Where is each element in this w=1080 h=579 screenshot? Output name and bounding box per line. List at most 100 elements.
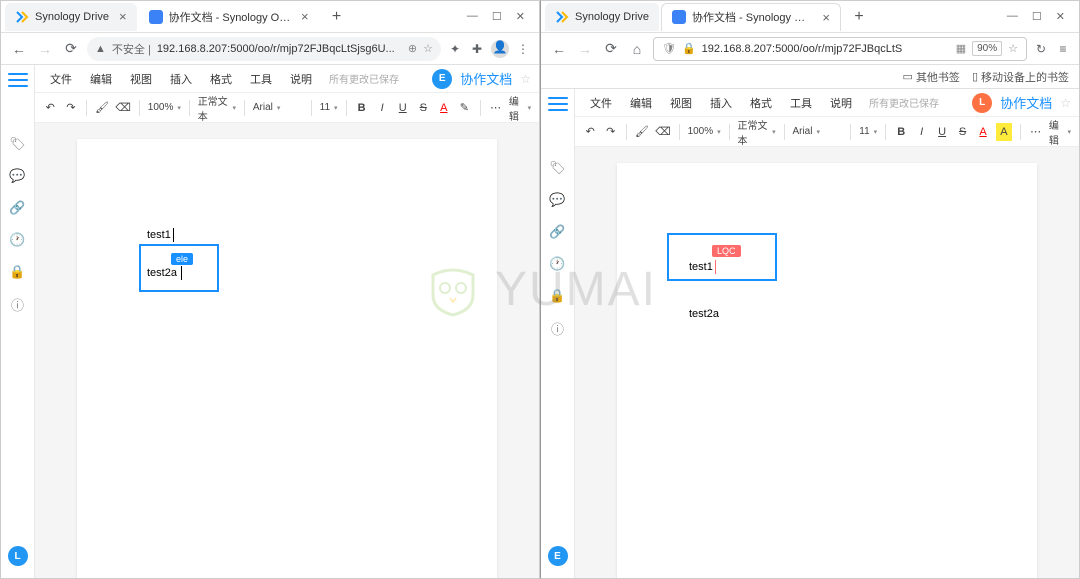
- back-button[interactable]: ←: [9, 39, 29, 59]
- bookmark-icon[interactable]: ☆: [423, 42, 433, 55]
- bold-button[interactable]: B: [354, 99, 369, 117]
- page[interactable]: test1 ele test2a: [77, 139, 497, 578]
- paint-button[interactable]: 🖌: [95, 99, 110, 117]
- profile-icon[interactable]: 👤: [491, 40, 509, 58]
- paint-button[interactable]: 🖌: [635, 123, 649, 141]
- highlight-button[interactable]: A: [996, 123, 1011, 141]
- minimize-button[interactable]: —: [467, 10, 478, 23]
- mode-select[interactable]: 编辑: [1049, 117, 1071, 147]
- user-avatar[interactable]: L: [8, 546, 28, 566]
- redo-button[interactable]: ↷: [64, 99, 79, 117]
- lock-icon[interactable]: 🔒: [9, 263, 27, 281]
- zoom-badge[interactable]: 90%: [972, 41, 1002, 56]
- lock-icon[interactable]: 🔒: [549, 287, 567, 305]
- page[interactable]: LQC test1 test2a: [617, 163, 1037, 578]
- hamburger-icon[interactable]: [548, 97, 568, 111]
- tab-office-doc[interactable]: 协作文档 - Synology Office 文 ×: [139, 3, 319, 31]
- shield-icon[interactable]: 🛡: [662, 42, 676, 55]
- menu-tools[interactable]: 工具: [243, 68, 279, 90]
- menu-icon[interactable]: ⋮: [515, 42, 531, 56]
- collaborator-avatar[interactable]: E: [432, 69, 452, 89]
- menu-help[interactable]: 说明: [283, 68, 319, 90]
- link-icon[interactable]: 🔗: [549, 223, 567, 241]
- more-button[interactable]: ⋯: [488, 99, 503, 117]
- strike-button[interactable]: S: [416, 99, 431, 117]
- minimize-button[interactable]: —: [1007, 10, 1018, 23]
- bookmark-other[interactable]: ▭其他书签: [903, 69, 960, 85]
- downloads-icon[interactable]: ↻: [1033, 42, 1049, 56]
- menu-file[interactable]: 文件: [43, 68, 79, 90]
- reload-button[interactable]: ⟳: [601, 39, 621, 59]
- bold-button[interactable]: B: [894, 123, 908, 141]
- size-select[interactable]: 11: [859, 126, 877, 137]
- maximize-button[interactable]: ☐: [1032, 10, 1042, 23]
- highlight-button[interactable]: ✎: [457, 99, 472, 117]
- text-line-2[interactable]: test2a: [147, 267, 177, 279]
- tag-icon[interactable]: 🏷: [9, 135, 27, 153]
- translate-icon[interactable]: ⊕: [408, 42, 417, 55]
- undo-button[interactable]: ↶: [43, 99, 58, 117]
- font-select[interactable]: Arial: [792, 126, 842, 137]
- strike-button[interactable]: S: [955, 123, 969, 141]
- font-select[interactable]: Arial: [253, 102, 303, 113]
- bookmark-mobile[interactable]: ▯移动设备上的书签: [972, 69, 1069, 85]
- style-select[interactable]: 正常文本: [737, 117, 775, 147]
- bookmark-icon[interactable]: ☆: [1008, 42, 1018, 55]
- maximize-button[interactable]: ☐: [492, 10, 502, 23]
- user-avatar[interactable]: E: [548, 546, 568, 566]
- clear-format-button[interactable]: ⌫: [655, 123, 671, 141]
- tab-synology-drive[interactable]: Synology Drive: [545, 3, 659, 31]
- tab-office-doc[interactable]: 协作文档 - Synology Office 文 ×: [661, 3, 841, 31]
- size-select[interactable]: 11: [320, 102, 338, 113]
- text-color-button[interactable]: A: [437, 99, 452, 117]
- menu-file[interactable]: 文件: [583, 92, 619, 114]
- forward-button[interactable]: →: [575, 39, 595, 59]
- more-button[interactable]: ⋯: [1028, 123, 1042, 141]
- close-icon[interactable]: ×: [119, 9, 127, 24]
- menu-format[interactable]: 格式: [743, 92, 779, 114]
- tag-icon[interactable]: 🏷: [549, 159, 567, 177]
- new-tab-button[interactable]: +: [847, 5, 871, 29]
- close-icon[interactable]: ×: [822, 10, 830, 25]
- menu-edit[interactable]: 编辑: [623, 92, 659, 114]
- style-select[interactable]: 正常文本: [198, 93, 236, 123]
- lock-icon[interactable]: 🔒: [682, 42, 696, 55]
- reload-button[interactable]: ⟳: [61, 39, 81, 59]
- history-icon[interactable]: 🕐: [549, 255, 567, 273]
- zoom-select[interactable]: 100%: [688, 126, 721, 137]
- menu-view[interactable]: 视图: [123, 68, 159, 90]
- star-icon[interactable]: ☆: [1060, 96, 1071, 110]
- new-tab-button[interactable]: +: [325, 5, 349, 29]
- canvas[interactable]: test1 ele test2a: [35, 123, 539, 578]
- close-button[interactable]: ✕: [516, 10, 525, 23]
- text-color-button[interactable]: A: [976, 123, 990, 141]
- text-line-1[interactable]: test1: [689, 261, 713, 273]
- menu-help[interactable]: 说明: [823, 92, 859, 114]
- italic-button[interactable]: I: [375, 99, 390, 117]
- puzzle-icon[interactable]: ✚: [469, 42, 485, 56]
- back-button[interactable]: ←: [549, 39, 569, 59]
- url-input[interactable]: ▲ 不安全 | 192.168.8.207:5000/oo/r/mjp72FJB…: [87, 37, 441, 61]
- text-line-2[interactable]: test2a: [689, 308, 719, 320]
- text-line-1[interactable]: test1: [147, 229, 171, 241]
- collaborator-avatar[interactable]: L: [972, 93, 992, 113]
- extension-icon[interactable]: ✦: [447, 42, 463, 56]
- forward-button[interactable]: →: [35, 39, 55, 59]
- link-icon[interactable]: 🔗: [9, 199, 27, 217]
- menu-insert[interactable]: 插入: [163, 68, 199, 90]
- home-button[interactable]: ⌂: [627, 39, 647, 59]
- comment-icon[interactable]: 💬: [549, 191, 567, 209]
- info-icon[interactable]: ⓘ: [9, 295, 27, 313]
- menu-edit[interactable]: 编辑: [83, 68, 119, 90]
- close-button[interactable]: ✕: [1056, 10, 1065, 23]
- reader-icon[interactable]: ▦: [956, 42, 966, 55]
- menu-insert[interactable]: 插入: [703, 92, 739, 114]
- menu-view[interactable]: 视图: [663, 92, 699, 114]
- redo-button[interactable]: ↷: [603, 123, 617, 141]
- menu-format[interactable]: 格式: [203, 68, 239, 90]
- hamburger-icon[interactable]: [8, 73, 28, 87]
- tab-synology-drive[interactable]: Synology Drive ×: [5, 3, 137, 31]
- comment-icon[interactable]: 💬: [9, 167, 27, 185]
- selection-box[interactable]: [667, 233, 777, 281]
- underline-button[interactable]: U: [395, 99, 410, 117]
